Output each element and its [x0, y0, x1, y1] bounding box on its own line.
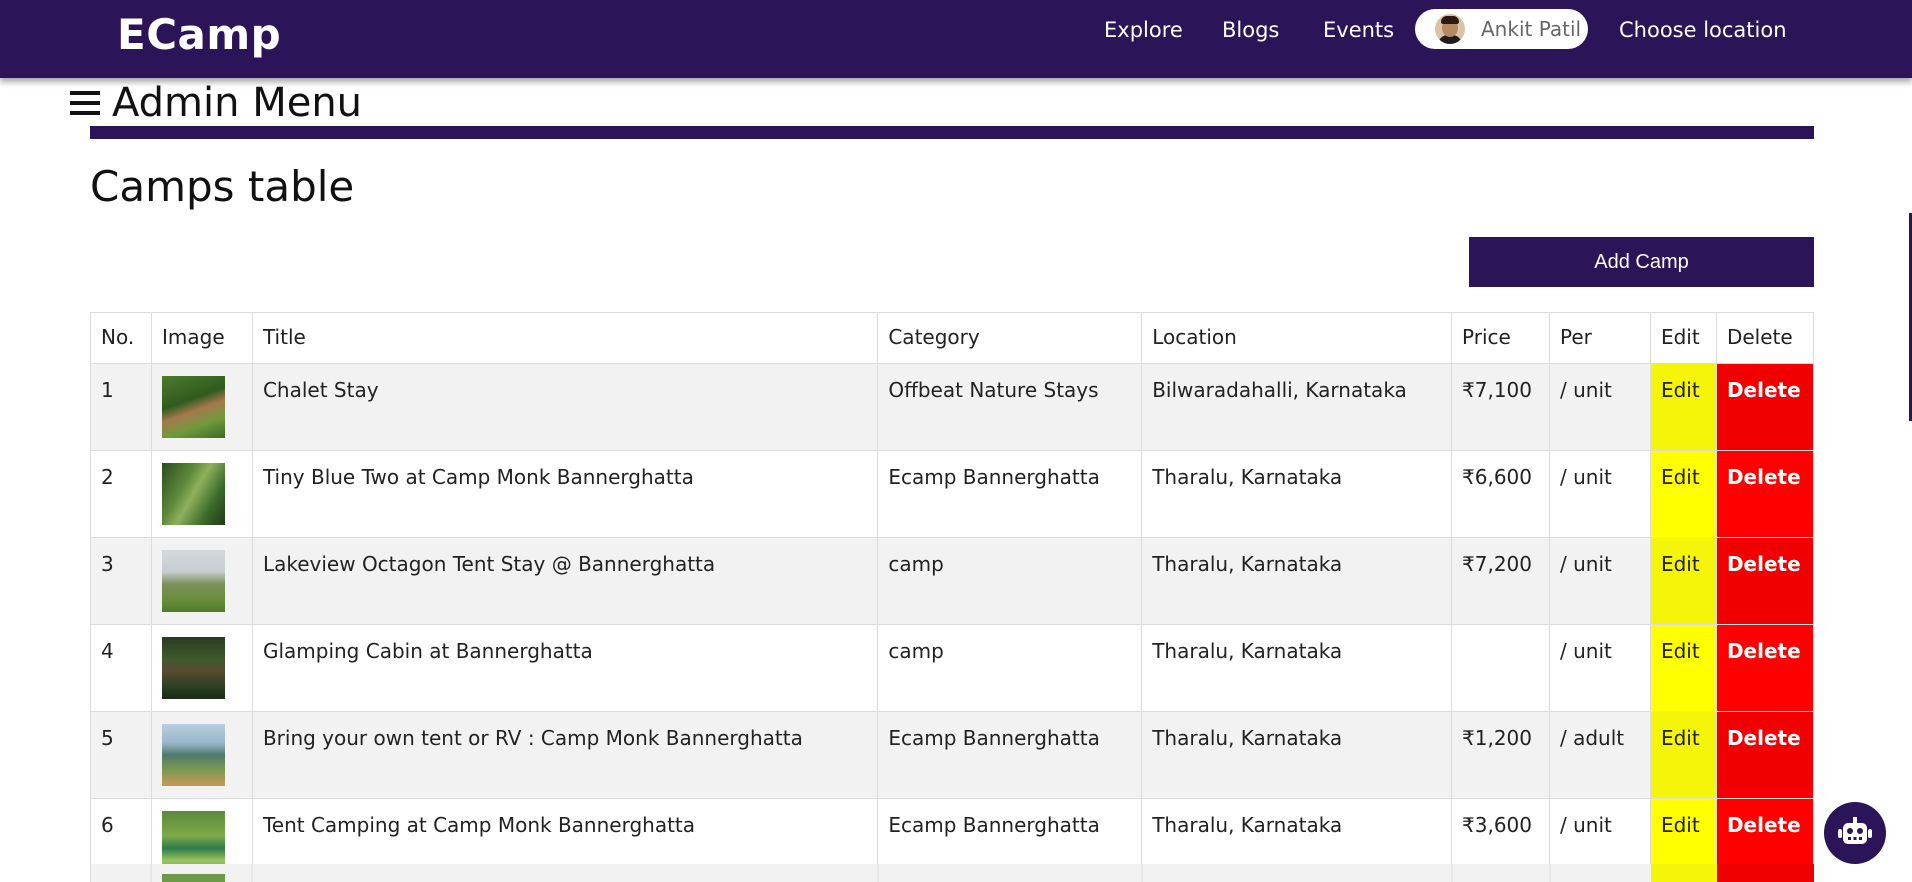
cell-image [150, 711, 253, 799]
cell-location: Tharalu, Karnataka [1141, 624, 1453, 712]
cell-location: Bilwaradahalli, Karnataka [1141, 363, 1453, 451]
header-edit: Edit [1649, 312, 1717, 364]
delete-cell: Delete [1715, 537, 1815, 625]
camp-thumbnail [161, 463, 225, 525]
delete-cell: Delete [1715, 624, 1815, 712]
edit-button[interactable]: Edit [1661, 378, 1700, 402]
header-image: Image [150, 312, 253, 364]
table-row: 3 Lakeview Octagon Tent Stay @ Bannergha… [90, 537, 1815, 625]
cell-price: ₹7,200 [1451, 537, 1550, 625]
header-location: Location [1141, 312, 1453, 364]
admin-divider [90, 126, 1814, 139]
cell-no: 4 [90, 624, 152, 712]
edit-button[interactable]: Edit [1661, 726, 1700, 750]
partial-table-row [90, 864, 1814, 882]
delete-cell: Delete [1715, 711, 1815, 799]
cell-category: camp [877, 537, 1143, 625]
nav-explore[interactable]: Explore [1104, 18, 1183, 42]
table-row: 2 Tiny Blue Two at Camp Monk Bannerghatt… [90, 450, 1815, 538]
cell-no: 3 [90, 537, 152, 625]
delete-button[interactable]: Delete [1727, 813, 1801, 837]
camp-thumbnail [161, 376, 225, 438]
cell-no: 5 [90, 711, 152, 799]
cell-no: 1 [90, 363, 152, 451]
cell-price: ₹6,600 [1451, 450, 1550, 538]
cell-price: ₹1,200 [1451, 711, 1550, 799]
delete-button[interactable]: Delete [1727, 639, 1801, 663]
brand-logo[interactable]: ECamp [117, 10, 281, 59]
cell-per: / unit [1549, 450, 1651, 538]
nav-blogs[interactable]: Blogs [1222, 18, 1279, 42]
cell-category: Ecamp Bannerghatta [877, 711, 1143, 799]
edit-cell: Edit [1649, 537, 1717, 625]
edit-button[interactable]: Edit [1661, 552, 1700, 576]
cell-title: Bring your own tent or RV : Camp Monk Ba… [251, 711, 879, 799]
add-camp-button[interactable]: Add Camp [1469, 237, 1814, 287]
cell-price: ₹7,100 [1451, 363, 1550, 451]
cell-location: Tharalu, Karnataka [1141, 450, 1453, 538]
cell-image [150, 450, 253, 538]
admin-menu-label: Admin Menu [112, 80, 363, 126]
table-header-row: No. Image Title Category Location Price … [90, 312, 1815, 364]
cell-category: camp [877, 624, 1143, 712]
camp-thumbnail [161, 550, 225, 612]
edit-button[interactable]: Edit [1661, 465, 1700, 489]
edit-cell: Edit [1649, 624, 1717, 712]
delete-button[interactable]: Delete [1727, 378, 1801, 402]
cell-location: Tharalu, Karnataka [1141, 711, 1453, 799]
page-title: Camps table [90, 162, 355, 211]
user-name: Ankit Patil [1481, 17, 1582, 41]
delete-button[interactable]: Delete [1727, 726, 1801, 750]
camp-thumbnail [161, 637, 225, 699]
chatbot-button[interactable] [1824, 802, 1886, 864]
navbar: ECamp Explore Blogs Events Ankit Patil C… [0, 0, 1912, 78]
cell-image [150, 624, 253, 712]
delete-cell: Delete [1715, 363, 1815, 451]
cell-image [150, 363, 253, 451]
table-row: 5 Bring your own tent or RV : Camp Monk … [90, 711, 1815, 799]
delete-cell: Delete [1715, 450, 1815, 538]
header-price: Price [1451, 312, 1550, 364]
header-category: Category [877, 312, 1143, 364]
cell-price [1451, 624, 1550, 712]
nav-choose-location[interactable]: Choose location [1619, 18, 1787, 42]
cell-category: Offbeat Nature Stays [877, 363, 1143, 451]
cell-per: / adult [1549, 711, 1651, 799]
cell-per: / unit [1549, 537, 1651, 625]
cell-title: Lakeview Octagon Tent Stay @ Bannerghatt… [251, 537, 879, 625]
avatar [1435, 14, 1465, 44]
table-row: 4 Glamping Cabin at Bannerghatta camp Th… [90, 624, 1815, 712]
header-per: Per [1549, 312, 1651, 364]
table-row: 1 Chalet Stay Offbeat Nature Stays Bilwa… [90, 363, 1815, 451]
cell-title: Tiny Blue Two at Camp Monk Bannerghatta [251, 450, 879, 538]
cell-per: / unit [1549, 363, 1651, 451]
cell-no: 2 [90, 450, 152, 538]
cell-per: / unit [1549, 624, 1651, 712]
header-no: No. [90, 312, 152, 364]
camps-table: No. Image Title Category Location Price … [90, 312, 1815, 882]
cell-location: Tharalu, Karnataka [1141, 537, 1453, 625]
edit-button[interactable]: Edit [1661, 639, 1700, 663]
header-delete: Delete [1715, 312, 1815, 364]
edit-cell: Edit [1649, 363, 1717, 451]
edit-cell: Edit [1649, 711, 1717, 799]
nav-events[interactable]: Events [1323, 18, 1394, 42]
edit-button[interactable]: Edit [1661, 813, 1700, 837]
hamburger-icon[interactable] [70, 85, 100, 121]
delete-button[interactable]: Delete [1727, 465, 1801, 489]
user-menu-button[interactable]: Ankit Patil [1415, 9, 1588, 49]
delete-button[interactable]: Delete [1727, 552, 1801, 576]
header-title: Title [251, 312, 879, 364]
admin-menu-toggle[interactable]: Admin Menu [70, 80, 362, 126]
cell-category: Ecamp Bannerghatta [877, 450, 1143, 538]
cell-image [150, 537, 253, 625]
camp-thumbnail [161, 724, 225, 786]
edit-cell: Edit [1649, 450, 1717, 538]
robot-icon [1838, 817, 1872, 844]
cell-title: Glamping Cabin at Bannerghatta [251, 624, 879, 712]
cell-title: Chalet Stay [251, 363, 879, 451]
